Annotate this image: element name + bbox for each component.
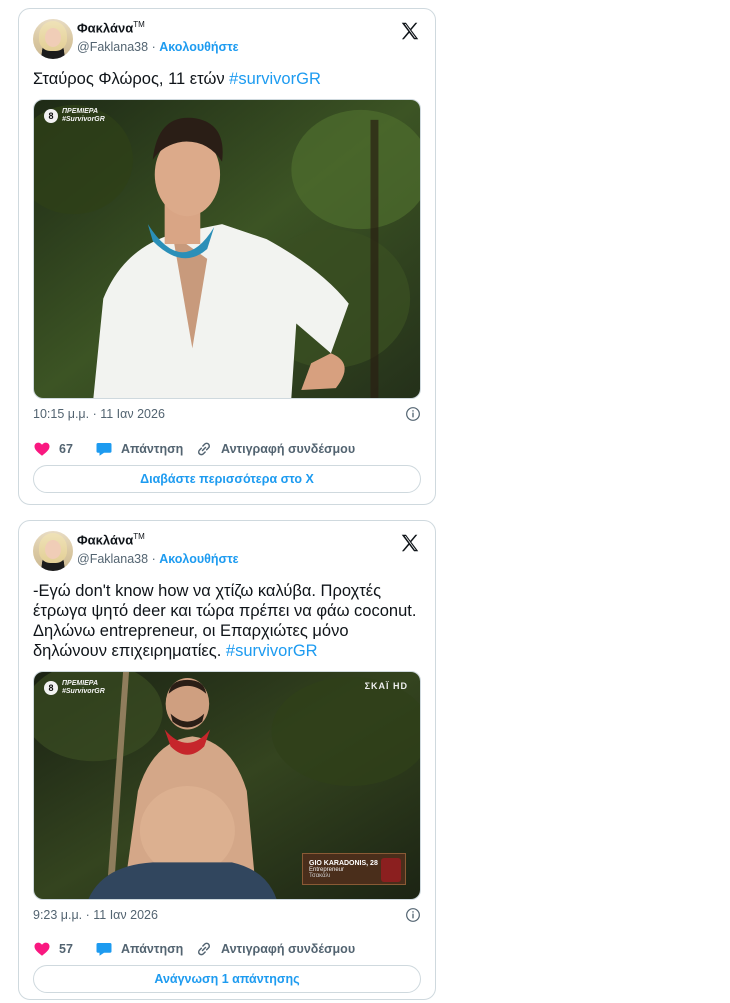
author-name-text: Φακλάνα xyxy=(77,20,134,36)
author-name[interactable]: ΦακλάναTM xyxy=(77,20,145,35)
follow-button[interactable]: Ακολουθήστε xyxy=(159,552,238,566)
like-button[interactable]: 67 xyxy=(33,440,73,458)
channel-badge: 8 ΠΡΕΜΙΕΡΑ #SurvivorGR xyxy=(44,680,105,696)
premiere-label: ΠΡΕΜΙΕΡΑ xyxy=(62,680,99,687)
premiere-label: ΠΡΕΜΙΕΡΑ xyxy=(62,108,99,115)
author-handle[interactable]: @Faklana38 xyxy=(77,552,148,566)
handle-row: @Faklana38 · Ακολουθήστε xyxy=(77,552,239,566)
reply-label: Απάντηση xyxy=(121,942,184,956)
avatar[interactable] xyxy=(33,19,73,59)
trademark-mark: TM xyxy=(133,20,145,29)
tweet-text-content: Σταύρος Φλώρος, 11 ετών xyxy=(33,70,225,88)
read-more-button[interactable]: Διαβάστε περισσότερα στο X xyxy=(33,465,421,493)
copy-link-label: Αντιγραφή συνδέσμου xyxy=(221,942,356,956)
reply-bubble-icon xyxy=(96,943,112,956)
channel-number-icon: 8 xyxy=(44,109,58,123)
premiere-badge-text: ΠΡΕΜΙΕΡΑ #SurvivorGR xyxy=(62,680,105,696)
like-button[interactable]: 57 xyxy=(33,940,73,958)
like-count: 67 xyxy=(59,442,73,456)
separator: · xyxy=(151,40,156,54)
reply-label: Απάντηση xyxy=(121,442,184,456)
avatar[interactable] xyxy=(33,531,73,571)
tweet-actions: 67 Απάντηση Αντιγραφή συνδέσμου xyxy=(33,440,421,460)
heart-icon xyxy=(34,442,50,456)
tweet-text: Σταύρος Φλώρος, 11 ετών #survivorGR xyxy=(33,69,421,89)
channel-number-icon: 8 xyxy=(44,681,58,695)
trademark-mark: TM xyxy=(133,532,145,541)
link-icon xyxy=(197,442,211,456)
info-icon[interactable] xyxy=(405,406,421,422)
follow-button[interactable]: Ακολουθήστε xyxy=(159,40,238,54)
like-count: 57 xyxy=(59,942,73,956)
tweet-card[interactable]: ΦακλάναTM @Faklana38 · Ακολουθήστε Σταύρ… xyxy=(18,8,436,505)
read-replies-button[interactable]: Ανάγνωση 1 απάντησης xyxy=(33,965,421,993)
tweet-text: -Εγώ don't know how να χτίζω καλύβα. Προ… xyxy=(33,581,421,661)
info-icon[interactable] xyxy=(405,907,421,923)
copy-link-button[interactable]: Αντιγραφή συνδέσμου xyxy=(195,440,355,458)
reply-button[interactable]: Απάντηση xyxy=(95,440,183,458)
tweet-text-content: -Εγώ don't know how να χτίζω καλύβα. Προ… xyxy=(33,582,417,660)
team-emblem-icon xyxy=(381,858,401,882)
copy-link-button[interactable]: Αντιγραφή συνδέσμου xyxy=(195,940,355,958)
reply-button[interactable]: Απάντηση xyxy=(95,940,183,958)
media-photo-illustration xyxy=(34,100,420,398)
tweet-timestamp[interactable]: 9:23 μ.μ. · 11 Ιαν 2026 xyxy=(33,908,158,922)
tweet-card[interactable]: ΦακλάναTM @Faklana38 · Ακολουθήστε -Εγώ … xyxy=(18,520,436,1000)
author-name-text: Φακλάνα xyxy=(77,532,134,548)
premiere-hashtag: #SurvivorGR xyxy=(62,116,105,123)
tweet-actions: 57 Απάντηση Αντιγραφή συνδέσμου xyxy=(33,940,421,960)
author-name[interactable]: ΦακλάναTM xyxy=(77,532,145,547)
hashtag-link[interactable]: #survivorGR xyxy=(229,70,321,88)
premiere-hashtag: #SurvivorGR xyxy=(62,688,105,695)
tweet-header: ΦακλάναTM @Faklana38 · Ακολουθήστε xyxy=(33,19,421,59)
channel-badge: 8 ΠΡΕΜΙΕΡΑ #SurvivorGR xyxy=(44,108,105,124)
x-logo-icon[interactable] xyxy=(399,532,421,554)
heart-icon xyxy=(34,942,50,956)
hashtag-link[interactable]: #survivorGR xyxy=(226,642,318,660)
tweet-timestamp[interactable]: 10:15 μ.μ. · 11 Ιαν 2026 xyxy=(33,407,165,421)
channel-logo: ΣΚΑΪ HD xyxy=(364,681,408,691)
premiere-badge-text: ΠΡΕΜΙΕΡΑ #SurvivorGR xyxy=(62,108,105,124)
separator: · xyxy=(151,552,156,566)
author-handle[interactable]: @Faklana38 xyxy=(77,40,148,54)
tweet-media-photo[interactable]: 8 ΠΡΕΜΙΕΡΑ #SurvivorGR xyxy=(33,99,421,399)
copy-link-label: Αντιγραφή συνδέσμου xyxy=(221,442,356,456)
contestant-lower-third: GIO KARADONIS, 28 Entrepreneur Τσακάλι xyxy=(302,853,406,885)
tweet-header: ΦακλάναTM @Faklana38 · Ακολουθήστε xyxy=(33,531,421,571)
x-logo-icon[interactable] xyxy=(399,20,421,42)
reply-bubble-icon xyxy=(96,443,112,456)
handle-row: @Faklana38 · Ακολουθήστε xyxy=(77,40,239,54)
link-icon xyxy=(197,942,211,956)
tweet-media-photo[interactable]: 8 ΠΡΕΜΙΕΡΑ #SurvivorGR ΣΚΑΪ HD GIO KARAD… xyxy=(33,671,421,900)
